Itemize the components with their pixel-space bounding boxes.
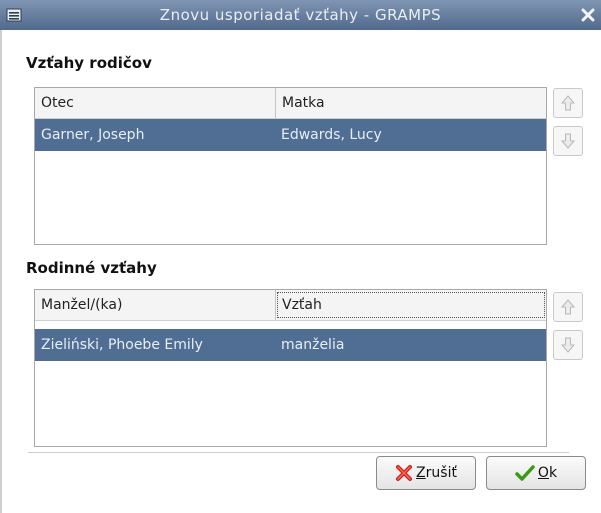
red-x-icon — [396, 465, 413, 481]
title-bar[interactable]: Znovu usporiadať vzťahy - GRAMPS — [0, 0, 601, 30]
relationship-cell: manželia — [281, 337, 345, 353]
button-area-separator — [28, 452, 569, 453]
column-header-mother[interactable]: Matka — [275, 88, 547, 118]
table-row[interactable]: Zieliński, Phoebe Emily manželia — [35, 329, 546, 361]
spouse-cell: Zieliński, Phoebe Emily — [41, 337, 203, 353]
window-left-border — [0, 30, 2, 513]
green-checkmark-icon — [515, 465, 535, 481]
parents-move-up-button[interactable] — [553, 88, 583, 118]
ok-button-label: Ok — [537, 465, 558, 481]
family-move-up-button[interactable] — [553, 292, 583, 322]
parents-list[interactable]: Otec Matka Garner, Joseph Edwards, Lucy — [34, 87, 547, 245]
family-list-header: Manžel/(ka) Vzťah — [35, 290, 546, 321]
cancel-button[interactable]: Zrušiť — [376, 456, 476, 490]
parents-list-header: Otec Matka — [35, 88, 546, 119]
arrow-down-icon — [560, 133, 576, 149]
arrow-down-icon — [560, 337, 576, 353]
arrow-up-icon — [560, 95, 576, 111]
column-header-father[interactable]: Otec — [35, 88, 275, 118]
mother-cell: Edwards, Lucy — [281, 127, 382, 143]
window-title: Znovu usporiadať vzťahy - GRAMPS — [159, 6, 442, 24]
close-icon — [581, 8, 595, 22]
parents-section-label: Vzťahy rodičov — [26, 54, 152, 72]
father-cell: Garner, Joseph — [41, 127, 145, 143]
arrow-up-icon — [560, 299, 576, 315]
family-move-down-button[interactable] — [553, 330, 583, 360]
column-header-spouse[interactable]: Manžel/(ka) — [35, 290, 275, 320]
family-section-label: Rodinné vzťahy — [26, 259, 157, 277]
reorder-relationships-dialog: Znovu usporiadať vzťahy - GRAMPS Vzťahy … — [0, 0, 601, 513]
ok-button[interactable]: Ok — [486, 456, 586, 490]
cancel-button-label: Zrušiť — [416, 465, 457, 481]
family-list[interactable]: Manžel/(ka) Vzťah Zieliński, Phoebe Emil… — [34, 289, 547, 447]
table-row[interactable]: Garner, Joseph Edwards, Lucy — [35, 119, 546, 151]
parents-move-down-button[interactable] — [553, 126, 583, 156]
column-header-relationship[interactable]: Vzťah — [275, 290, 547, 320]
close-button[interactable] — [577, 4, 599, 26]
